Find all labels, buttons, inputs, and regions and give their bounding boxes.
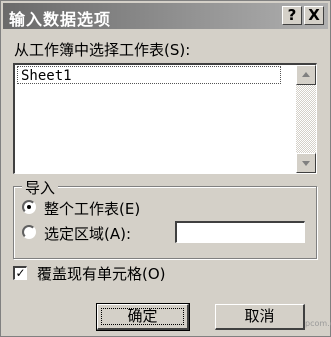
watermark: pcom.cn (305, 319, 331, 328)
help-button[interactable]: ? (282, 6, 302, 25)
radio-whole-sheet[interactable]: 整个工作表(E) (22, 198, 242, 218)
arrow-down-icon (302, 161, 310, 166)
radio-button-whole[interactable] (22, 200, 36, 214)
ok-button[interactable]: 确定 (96, 303, 190, 331)
import-groupbox: 导入 整个工作表(E) 选定区域(A): (13, 177, 317, 259)
arrow-up-icon (302, 72, 310, 77)
range-input[interactable] (175, 221, 305, 243)
sheet-list-label: 从工作簿中选择工作表(S): (14, 41, 191, 59)
list-item-sheet1[interactable]: Sheet1 (17, 66, 281, 84)
list-scrollbar[interactable] (296, 65, 316, 173)
dialog-title: 输入数据选项 (9, 10, 112, 29)
cancel-label: 取消 (244, 307, 275, 325)
radio-button-range[interactable] (22, 225, 36, 239)
overwrite-label: 覆盖现有单元格(O) (37, 265, 166, 283)
title-bar[interactable]: 输入数据选项 ? X (3, 3, 328, 29)
focus-rect (101, 308, 184, 325)
import-group-title: 导入 (22, 177, 59, 198)
radio-range-label: 选定区域(A): (44, 225, 132, 243)
close-button[interactable]: X (304, 6, 324, 25)
overwrite-checkbox[interactable]: ✓ (13, 266, 27, 280)
cancel-button[interactable]: 取消 (215, 304, 305, 330)
radio-selected-range[interactable]: 选定区域(A): (22, 223, 172, 243)
scroll-up-button[interactable] (296, 65, 316, 85)
radio-selected-dot (27, 205, 31, 209)
radio-whole-label: 整个工作表(E) (44, 200, 141, 218)
input-data-options-dialog: 输入数据选项 ? X 从工作簿中选择工作表(S): Sheet1 导入 整个工作… (0, 0, 331, 337)
sheet-listbox[interactable]: Sheet1 (13, 63, 317, 174)
scroll-down-button[interactable] (296, 153, 316, 173)
